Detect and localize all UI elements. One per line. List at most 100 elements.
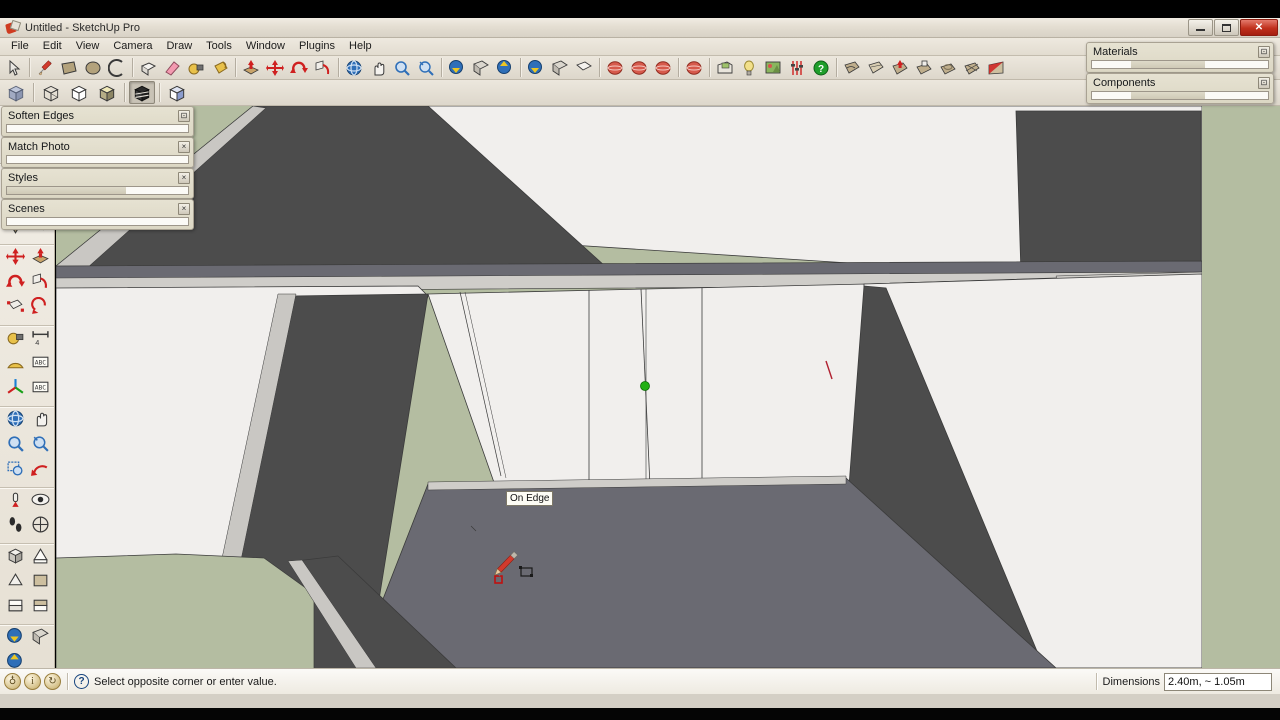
components-dialog-titlebar[interactable]: Components ⊡: [1087, 74, 1273, 91]
match-photo-button[interactable]: [762, 57, 784, 78]
styles-dialog[interactable]: Styles ×: [1, 168, 194, 199]
materials-dialog-close-icon[interactable]: ⊡: [1258, 45, 1270, 58]
geo-location-icon[interactable]: ♁: [4, 673, 21, 690]
scrollbar-thumb[interactable]: [1130, 61, 1205, 68]
soften-edges-dialog-scrollbar[interactable]: [6, 124, 189, 133]
look-around-tool[interactable]: [28, 490, 52, 514]
sandbox-drape-button[interactable]: [937, 57, 959, 78]
menu-item-camera[interactable]: Camera: [106, 38, 159, 55]
components-dialog-close-icon[interactable]: ⊡: [1258, 76, 1270, 89]
orbit-tool[interactable]: [3, 409, 27, 433]
model-canvas[interactable]: [56, 106, 1202, 668]
sandbox-flip-edge-button[interactable]: [985, 57, 1007, 78]
sandbox-from-contours-button[interactable]: [841, 57, 863, 78]
get-models-button[interactable]: [446, 57, 468, 78]
sandbox-add-detail-button[interactable]: [961, 57, 983, 78]
rectangle-tool[interactable]: [58, 57, 80, 78]
menu-item-tools[interactable]: Tools: [199, 38, 239, 55]
pan-tool[interactable]: [367, 57, 389, 78]
instructor-help-icon[interactable]: ?: [74, 674, 89, 689]
menu-item-edit[interactable]: Edit: [36, 38, 69, 55]
styles-dialog-close-icon[interactable]: ×: [178, 171, 190, 184]
display-shadows-button[interactable]: [683, 57, 705, 78]
orbit-tool[interactable]: [343, 57, 365, 78]
match-photo-dialog-close-icon[interactable]: ×: [178, 140, 190, 153]
shadow-settings-button[interactable]: [714, 57, 736, 78]
zoom-window-tool[interactable]: [3, 459, 27, 483]
share-model-button[interactable]: [28, 627, 52, 651]
upload-model-button[interactable]: [3, 652, 27, 668]
text-tool[interactable]: ABC: [28, 353, 52, 377]
materials-dialog-titlebar[interactable]: Materials ⊡: [1087, 43, 1273, 60]
materials-dialog-scrollbar[interactable]: [1091, 60, 1269, 69]
position-camera-tool[interactable]: [3, 490, 27, 514]
face-style-wireframe-button[interactable]: [38, 81, 64, 104]
restore-button[interactable]: [1214, 19, 1239, 36]
get-component-button[interactable]: [525, 57, 547, 78]
back-view-button[interactable]: [3, 596, 27, 620]
line-tool[interactable]: [34, 57, 56, 78]
circle-tool[interactable]: [82, 57, 104, 78]
sync-icon[interactable]: ↻: [44, 673, 61, 690]
model-viewport[interactable]: On Edge: [56, 106, 1202, 668]
select-tool[interactable]: [3, 57, 25, 78]
match-photo-dialog[interactable]: Match Photo ×: [1, 137, 194, 168]
move-tool[interactable]: [264, 57, 286, 78]
follow-me-tool[interactable]: [28, 272, 52, 296]
eraser-tool[interactable]: [161, 57, 183, 78]
close-button[interactable]: ✕: [1240, 19, 1278, 36]
paint-bucket-tool[interactable]: [209, 57, 231, 78]
credits-icon[interactable]: i: [24, 673, 41, 690]
share-model-button[interactable]: [470, 57, 492, 78]
3d-text-tool[interactable]: ABC: [28, 378, 52, 402]
rotate-tool[interactable]: [288, 57, 310, 78]
axes-tool[interactable]: [3, 378, 27, 402]
back-edges-style-button[interactable]: [628, 57, 650, 78]
move-tool[interactable]: [3, 247, 27, 271]
match-photo-dialog-titlebar[interactable]: Match Photo ×: [2, 138, 193, 155]
video-scrub-bar[interactable]: [0, 708, 1280, 720]
style-mixer-button[interactable]: [786, 57, 808, 78]
previous-view-tool[interactable]: [28, 459, 52, 483]
scenes-dialog[interactable]: Scenes ×: [1, 199, 194, 230]
right-view-button[interactable]: [28, 571, 52, 595]
scenes-dialog-scrollbar[interactable]: [6, 217, 189, 226]
zoom-extents-tool[interactable]: [415, 57, 437, 78]
menu-item-plugins[interactable]: Plugins: [292, 38, 342, 55]
follow-me-tool[interactable]: [312, 57, 334, 78]
make-component-tool[interactable]: [137, 57, 159, 78]
materials-dialog[interactable]: Materials ⊡: [1086, 42, 1274, 73]
menu-item-view[interactable]: View: [69, 38, 107, 55]
section-plane-tool[interactable]: [28, 515, 52, 539]
iso-view-button[interactable]: [3, 546, 27, 570]
soften-edges-dialog-titlebar[interactable]: Soften Edges ⊡: [2, 107, 193, 124]
sandbox-stamp-button[interactable]: [913, 57, 935, 78]
instructor-button[interactable]: ?: [810, 57, 832, 78]
soften-edges-dialog[interactable]: Soften Edges ⊡: [1, 106, 194, 137]
menu-item-window[interactable]: Window: [239, 38, 292, 55]
fog-button[interactable]: [738, 57, 760, 78]
arc-tool[interactable]: [106, 57, 128, 78]
components-dialog[interactable]: Components ⊡: [1086, 73, 1274, 104]
menu-item-help[interactable]: Help: [342, 38, 379, 55]
scrollbar-thumb[interactable]: [1130, 92, 1205, 99]
share-component-button[interactable]: [549, 57, 571, 78]
scrollbar-thumb[interactable]: [7, 187, 127, 194]
pan-tool[interactable]: [28, 409, 52, 433]
push-pull-tool[interactable]: [28, 247, 52, 271]
xray-style-button[interactable]: [604, 57, 626, 78]
dimensions-input[interactable]: 2.40m, ~ 1.05m: [1164, 672, 1272, 691]
walk-tool[interactable]: [3, 515, 27, 539]
components-dialog-scrollbar[interactable]: [1091, 91, 1269, 100]
zoom-tool[interactable]: [3, 434, 27, 458]
face-style-shaded-button[interactable]: [94, 81, 120, 104]
wireframe-style-button[interactable]: [652, 57, 674, 78]
left-view-button[interactable]: [28, 596, 52, 620]
rotate-tool[interactable]: [3, 272, 27, 296]
face-style-hidden-line-button[interactable]: [66, 81, 92, 104]
tape-measure-tool[interactable]: [185, 57, 207, 78]
zoom-tool[interactable]: [391, 57, 413, 78]
protractor-tool[interactable]: [3, 353, 27, 377]
get-models-button[interactable]: [3, 627, 27, 651]
push-pull-tool[interactable]: [240, 57, 262, 78]
